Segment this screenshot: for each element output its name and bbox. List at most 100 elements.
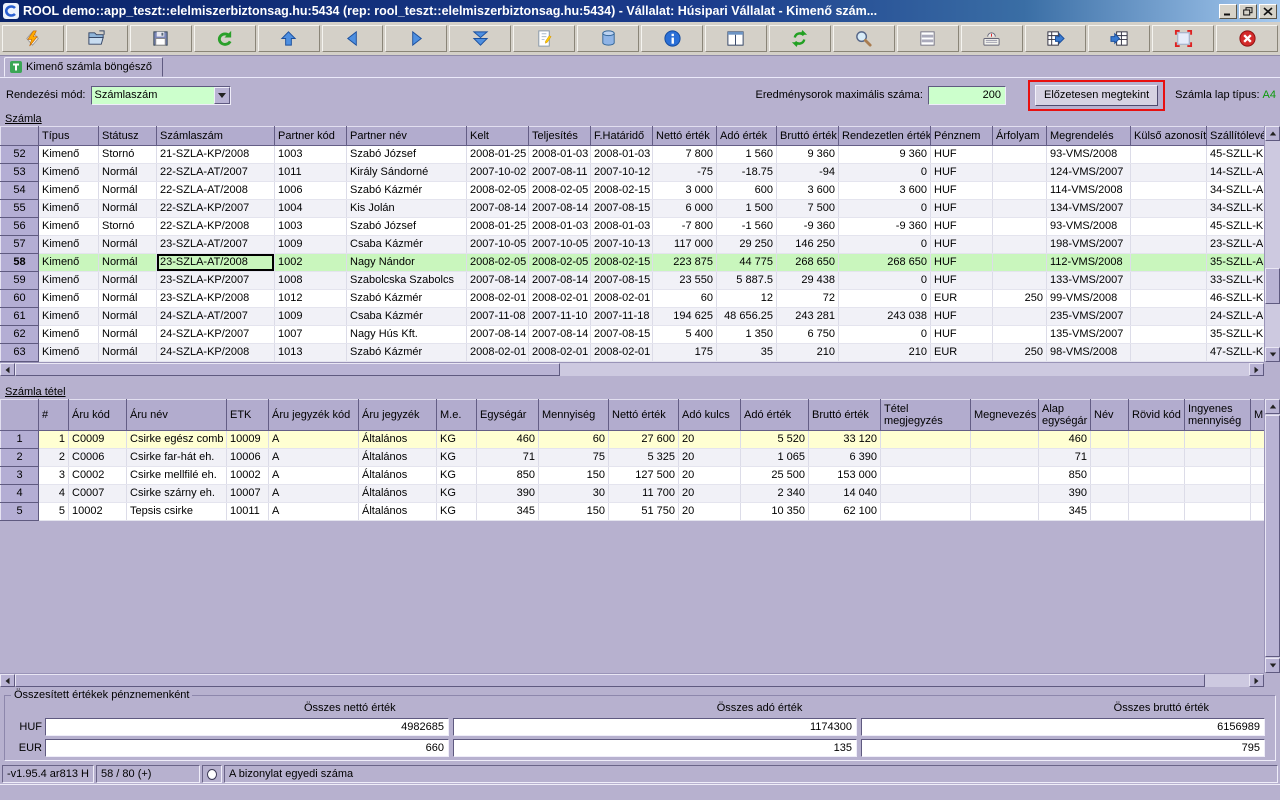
cell[interactable]: 0 bbox=[839, 272, 931, 290]
cell[interactable]: 2008-02-01 bbox=[591, 290, 653, 308]
cell[interactable]: 2007-08-14 bbox=[529, 200, 591, 218]
table-row[interactable]: 11C0009Csirke egész comb eh.10009AÁltalá… bbox=[1, 431, 1265, 449]
cell[interactable]: 2007-10-02 bbox=[467, 164, 529, 182]
export-table-button[interactable] bbox=[1025, 25, 1087, 52]
cell[interactable]: 146 250 bbox=[777, 236, 839, 254]
cell[interactable]: Kimenő bbox=[39, 218, 99, 236]
cell[interactable]: 345 bbox=[477, 503, 539, 521]
cell[interactable]: 46-SZLL-K bbox=[1207, 290, 1265, 308]
cell[interactable]: 22-SZLA-KP/2007 bbox=[157, 200, 275, 218]
cell[interactable]: 2008-02-01 bbox=[467, 290, 529, 308]
cell[interactable]: 2008-02-01 bbox=[467, 344, 529, 362]
cell[interactable]: HUF bbox=[931, 272, 993, 290]
cell[interactable]: 10011 bbox=[227, 503, 269, 521]
import-table-button[interactable] bbox=[1088, 25, 1150, 52]
cell[interactable]: 2007-08-14 bbox=[467, 272, 529, 290]
cell[interactable]: 600 bbox=[717, 182, 777, 200]
cell[interactable] bbox=[1129, 467, 1185, 485]
table-row[interactable]: 54KimenőNormál22-SZLA-AT/20081006Szabó K… bbox=[1, 182, 1265, 200]
cell[interactable] bbox=[1129, 431, 1185, 449]
cell[interactable]: 25 500 bbox=[741, 467, 809, 485]
column-header[interactable]: Külső azonosító bbox=[1131, 127, 1207, 146]
cell[interactable]: 268 650 bbox=[777, 254, 839, 272]
cell[interactable]: 1 560 bbox=[717, 146, 777, 164]
cell[interactable]: HUF bbox=[931, 164, 993, 182]
last-record-button[interactable] bbox=[449, 25, 511, 52]
cell[interactable]: 0 bbox=[839, 164, 931, 182]
cell[interactable] bbox=[1185, 503, 1251, 521]
cell[interactable]: 134-VMS/2007 bbox=[1047, 200, 1131, 218]
cell[interactable]: 29 438 bbox=[777, 272, 839, 290]
cell[interactable]: 22-SZLA-AT/2008 bbox=[157, 182, 275, 200]
cell[interactable]: 2008-02-01 bbox=[529, 344, 591, 362]
cell[interactable]: 20 bbox=[679, 503, 741, 521]
cell[interactable] bbox=[1131, 344, 1207, 362]
cell[interactable] bbox=[1091, 449, 1129, 467]
column-header[interactable]: Típus bbox=[39, 127, 99, 146]
rows-button[interactable] bbox=[897, 25, 959, 52]
cell[interactable]: 390 bbox=[477, 485, 539, 503]
eur-gross-total-field[interactable]: 795 bbox=[861, 739, 1265, 757]
cell[interactable]: Szabó Kázmér bbox=[347, 344, 467, 362]
cell[interactable]: 2008-02-01 bbox=[529, 290, 591, 308]
table-row[interactable]: 33C0002Csirke mellfilé eh.10002AÁltaláno… bbox=[1, 467, 1265, 485]
cell[interactable]: Csirke mellfilé eh. bbox=[127, 467, 227, 485]
cell[interactable]: 27 600 bbox=[609, 431, 679, 449]
cell[interactable]: 114-VMS/2008 bbox=[1047, 182, 1131, 200]
cell[interactable]: Kimenő bbox=[39, 272, 99, 290]
cell[interactable]: 12 bbox=[717, 290, 777, 308]
cell[interactable]: Csaba Kázmér bbox=[347, 236, 467, 254]
cell[interactable]: 2007-10-13 bbox=[591, 236, 653, 254]
sort-mode-select[interactable]: Számlaszám bbox=[91, 86, 231, 105]
cell[interactable]: 1006 bbox=[275, 182, 347, 200]
cell[interactable]: 117 000 bbox=[653, 236, 717, 254]
cell[interactable]: 0 bbox=[839, 290, 931, 308]
table-row[interactable]: 60KimenőNormál23-SZLA-KP/20081012Szabó K… bbox=[1, 290, 1265, 308]
cell[interactable]: 2007-08-14 bbox=[467, 326, 529, 344]
row-number-cell[interactable]: 56 bbox=[1, 218, 39, 236]
invoice-section-label[interactable]: Számla bbox=[0, 112, 1280, 126]
selection-button[interactable] bbox=[1152, 25, 1214, 52]
scroll-right-button[interactable] bbox=[1249, 674, 1264, 687]
cell[interactable]: 7 800 bbox=[653, 146, 717, 164]
column-header[interactable]: Áru név bbox=[127, 400, 227, 431]
cell[interactable] bbox=[881, 467, 971, 485]
column-header[interactable]: Mennyiség bbox=[539, 400, 609, 431]
table-row[interactable]: 61KimenőNormál24-SZLA-AT/20071009Csaba K… bbox=[1, 308, 1265, 326]
huf-net-total-field[interactable]: 4982685 bbox=[45, 718, 449, 736]
cell[interactable]: 33 120 bbox=[809, 431, 881, 449]
table-row[interactable]: 44C0007Csirke szárny eh.10007AÁltalánosK… bbox=[1, 485, 1265, 503]
column-header[interactable]: Státusz bbox=[99, 127, 157, 146]
cell[interactable]: Általános bbox=[359, 449, 437, 467]
first-record-button[interactable] bbox=[258, 25, 320, 52]
cell[interactable]: 93-VMS/2008 bbox=[1047, 146, 1131, 164]
cell[interactable]: 1003 bbox=[275, 218, 347, 236]
cell[interactable]: 0 bbox=[839, 236, 931, 254]
row-number-cell[interactable]: 62 bbox=[1, 326, 39, 344]
cell[interactable]: 2007-10-05 bbox=[467, 236, 529, 254]
cell[interactable]: 3 600 bbox=[839, 182, 931, 200]
scroll-right-button[interactable] bbox=[1249, 363, 1264, 376]
cell[interactable]: 22-SZLA-AT/2007 bbox=[157, 164, 275, 182]
table-row[interactable]: 56KimenőStornó22-SZLA-KP/20081003Szabó J… bbox=[1, 218, 1265, 236]
close-button[interactable] bbox=[1259, 4, 1277, 19]
cell[interactable] bbox=[1131, 200, 1207, 218]
cell[interactable]: A bbox=[269, 431, 359, 449]
table-row[interactable]: 52KimenőStornó21-SZLA-KP/20081003Szabó J… bbox=[1, 146, 1265, 164]
cell[interactable]: A bbox=[269, 503, 359, 521]
column-header[interactable]: Megnevezés bbox=[971, 400, 1039, 431]
cell[interactable]: 24-SZLL-A bbox=[1207, 308, 1265, 326]
cell[interactable]: 23-SZLA-KP/2008 bbox=[157, 290, 275, 308]
column-header[interactable]: F.Határidő bbox=[591, 127, 653, 146]
cell[interactable]: 24-SZLA-KP/2007 bbox=[157, 326, 275, 344]
cell[interactable]: Kimenő bbox=[39, 182, 99, 200]
cell[interactable] bbox=[1129, 503, 1185, 521]
row-number-cell[interactable]: 55 bbox=[1, 200, 39, 218]
corner-cell[interactable] bbox=[1, 400, 39, 431]
column-header[interactable]: Tétel megjegyzés bbox=[881, 400, 971, 431]
table-row[interactable]: 55KimenőNormál22-SZLA-KP/20071004Kis Jol… bbox=[1, 200, 1265, 218]
cell[interactable]: 1007 bbox=[275, 326, 347, 344]
cell[interactable]: 2007-10-12 bbox=[591, 164, 653, 182]
cell[interactable]: Csaba Kázmér bbox=[347, 308, 467, 326]
row-number-cell[interactable]: 3 bbox=[1, 467, 39, 485]
